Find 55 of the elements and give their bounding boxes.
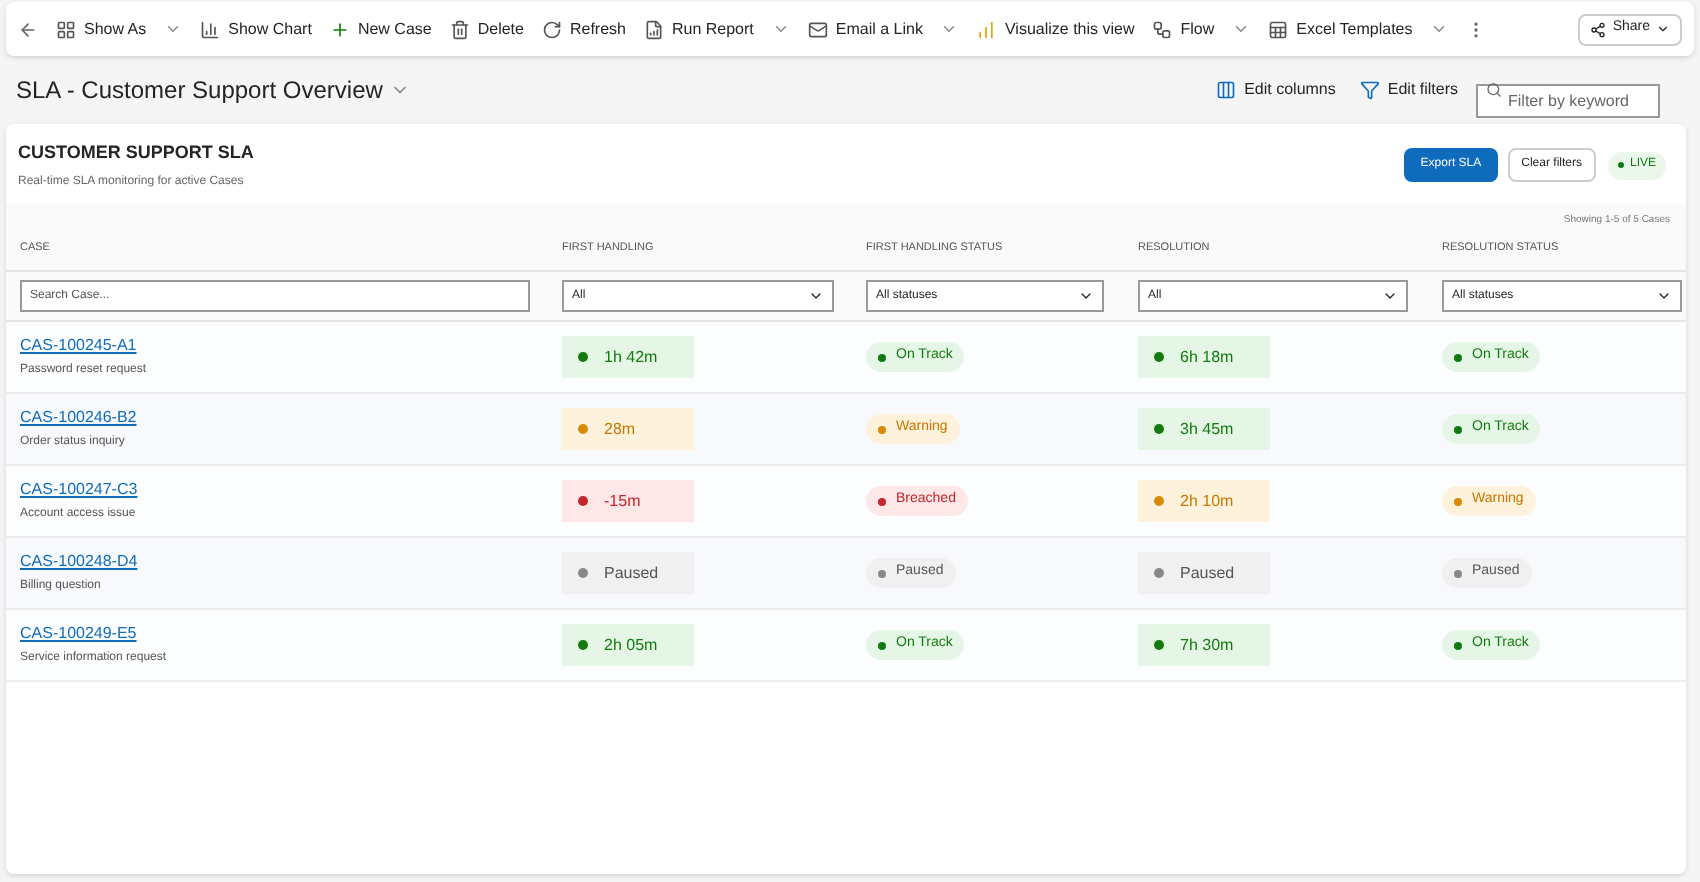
toolbar-button[interactable]: Delete [449, 17, 524, 41]
spreadsheet-icon [1268, 19, 1289, 39]
timer-badge: Paused [1138, 552, 1270, 594]
caret-icon[interactable] [164, 20, 183, 38]
share-icon [1590, 21, 1607, 37]
flow-icon [1152, 19, 1173, 39]
toolbar-button[interactable]: Excel Templates [1268, 17, 1413, 41]
card-title: CUSTOMER SUPPORT SLA [18, 140, 254, 166]
case-link[interactable]: CAS-100247-C3 [20, 478, 138, 502]
case-link[interactable]: CAS-100245-A1 [20, 334, 137, 358]
edit-filters-button[interactable]: Edit filters [1359, 78, 1458, 102]
filter-icon [1359, 80, 1380, 100]
report-icon [643, 19, 664, 39]
toolbar-button[interactable]: New Case [329, 17, 432, 41]
toolbar-button[interactable]: Flow [1152, 17, 1215, 41]
timer-badge: 2h 05m [562, 624, 694, 666]
timer-badge: -15m [562, 480, 694, 522]
back-icon[interactable] [18, 19, 38, 39]
caret-icon[interactable] [1232, 20, 1251, 38]
refresh-icon [541, 19, 562, 39]
trash-icon [449, 19, 470, 39]
edit-columns-button[interactable]: Edit columns [1216, 78, 1336, 102]
toolbar-button[interactable]: Refresh [541, 17, 626, 41]
caret-icon [1656, 22, 1670, 36]
mail-icon [807, 19, 828, 39]
toolbar-button[interactable]: Show Chart [200, 17, 312, 41]
caret-icon[interactable] [771, 20, 790, 38]
caret-icon [1078, 288, 1094, 304]
toolbar-button[interactable]: Visualize this view [976, 17, 1135, 41]
view-title[interactable]: SLA - Customer Support Overview [16, 72, 383, 108]
caret-icon [808, 288, 824, 304]
chart-icon [200, 19, 221, 39]
caret-icon [1656, 288, 1672, 304]
timer-badge: 28m [562, 408, 694, 450]
toolbar-button[interactable]: Run Report [643, 17, 754, 41]
case-link[interactable]: CAS-100249-E5 [20, 622, 137, 646]
case-link[interactable]: CAS-100248-D4 [20, 550, 138, 574]
timer-badge: 6h 18m [1138, 336, 1270, 378]
timer-badge: 3h 45m [1138, 408, 1270, 450]
caret-icon[interactable] [1430, 20, 1449, 38]
toolbar-button[interactable]: Email a Link [807, 17, 923, 41]
caret-icon [1382, 288, 1398, 304]
plus-icon [329, 19, 350, 39]
timer-badge: Paused [562, 552, 694, 594]
timer-badge: 1h 42m [562, 336, 694, 378]
search-icon [1486, 82, 1502, 98]
toolbar-button[interactable]: Show As [56, 17, 147, 41]
timer-badge: 2h 10m [1138, 480, 1270, 522]
keyword-filter-field[interactable]: Filter by keyword [1476, 83, 1660, 117]
layout-icon [56, 19, 76, 39]
timer-badge: 7h 30m [1138, 624, 1270, 666]
case-link[interactable]: CAS-100246-B2 [20, 406, 137, 430]
columns-icon [1216, 80, 1237, 100]
bar-chart-icon [976, 19, 997, 39]
caret-icon[interactable] [940, 20, 959, 38]
